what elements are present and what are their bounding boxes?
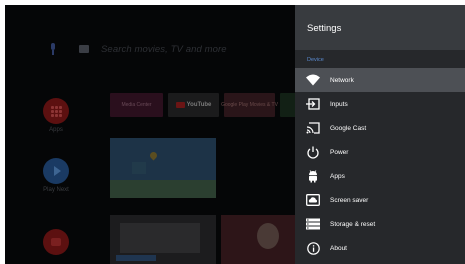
power-icon — [306, 145, 320, 159]
featured-image — [110, 180, 216, 198]
search-bar[interactable]: Search movies, TV and more — [49, 41, 227, 57]
menu-item-about[interactable]: About — [295, 236, 465, 260]
settings-title: Settings — [307, 23, 342, 34]
microphone-icon[interactable] — [49, 43, 57, 55]
menu-item-google-cast[interactable]: Google Cast — [295, 116, 465, 140]
menu-item-label: Power — [330, 148, 349, 156]
input-icon — [306, 97, 320, 111]
menu-item-inputs[interactable]: Inputs — [295, 92, 465, 116]
tile-label: YouTube — [186, 102, 212, 108]
cast-icon — [306, 121, 320, 135]
screen-saver-icon — [306, 193, 320, 207]
video-thumbnail[interactable] — [221, 215, 295, 264]
menu-item-network[interactable]: Network — [295, 68, 465, 92]
youtube-icon — [43, 229, 69, 255]
tv-screen: Search movies, TV and more Apps Play Nex… — [5, 5, 465, 264]
menu-item-label: Apps — [330, 172, 345, 180]
youtube-logo-icon — [175, 102, 185, 108]
play-icon — [43, 158, 69, 184]
tile-label: Media Center — [121, 102, 152, 108]
featured-image-detail — [132, 162, 146, 174]
menu-item-label: Google Cast — [330, 124, 367, 132]
settings-header: Settings — [295, 5, 465, 50]
menu-item-power[interactable]: Power — [295, 140, 465, 164]
rail-play-next[interactable]: Play Next — [41, 158, 71, 193]
menu-item-label: Inputs — [330, 100, 348, 108]
settings-menu: Network Inputs Google Cast Power Apps Sc… — [295, 68, 465, 260]
menu-item-label: Screen saver — [330, 196, 369, 204]
menu-item-apps[interactable]: Apps — [295, 164, 465, 188]
apps-icon — [43, 98, 69, 124]
section-label-device: Device — [307, 57, 324, 63]
rail-label: Play Next — [43, 187, 69, 193]
featured-card[interactable] — [110, 138, 216, 198]
video-thumbnail[interactable] — [110, 215, 216, 264]
android-icon — [306, 169, 320, 183]
tile-media-center[interactable]: Media Center — [110, 93, 163, 117]
apps-row: Media Center YouTube Google Play Movies … — [110, 93, 300, 117]
tile-google-play-movies[interactable]: Google Play Movies & TV — [221, 93, 278, 117]
menu-item-label: Storage & reset — [330, 220, 376, 228]
info-icon — [306, 241, 320, 255]
thumbnail-image — [257, 223, 279, 249]
menu-item-label: Network — [330, 76, 354, 84]
menu-item-storage-reset[interactable]: Storage & reset — [295, 212, 465, 236]
home-launcher: Search movies, TV and more Apps Play Nex… — [5, 5, 300, 264]
wifi-icon — [306, 73, 320, 87]
keyboard-icon[interactable] — [79, 45, 89, 53]
map-pin-icon — [148, 150, 159, 161]
rail-label: Apps — [49, 127, 63, 133]
tile-label: Google Play Movies & TV — [221, 102, 278, 108]
search-hint: Search movies, TV and more — [101, 43, 227, 55]
tile-youtube[interactable]: YouTube — [168, 93, 219, 117]
thumbnail-image — [120, 223, 200, 253]
menu-item-label: About — [330, 244, 347, 252]
menu-item-screen-saver[interactable]: Screen saver — [295, 188, 465, 212]
rail-apps[interactable]: Apps — [41, 98, 71, 133]
storage-icon — [306, 217, 320, 231]
rail-youtube[interactable] — [41, 229, 71, 255]
thumbnail-tag — [116, 255, 156, 261]
settings-panel: Settings Device Network Inputs Google Ca… — [295, 5, 465, 264]
